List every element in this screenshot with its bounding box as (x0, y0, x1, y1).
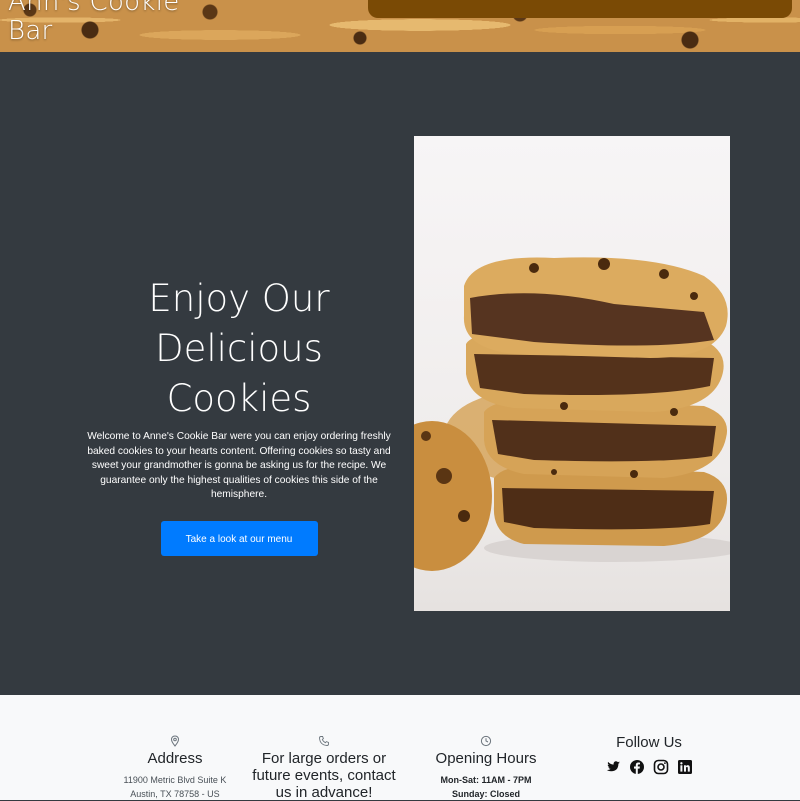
address-line-1: 11900 Metric Blvd Suite K (123, 775, 227, 785)
footer: Address 11900 Metric Blvd Suite K Austin… (0, 695, 800, 801)
footer-social: Follow Us (574, 695, 724, 775)
follow-us-heading: Follow Us (616, 734, 682, 751)
hours-heading: Opening Hours (435, 750, 537, 767)
twitter-icon[interactable] (605, 759, 621, 775)
footer-contact: For large orders or future events, conta… (249, 695, 399, 801)
address-line-2: Austin, TX 78758 - US (130, 789, 220, 799)
view-menu-button[interactable]: Take a look at our menu (160, 520, 318, 556)
map-pin-icon (170, 735, 180, 747)
hero-section: Enjoy Our Delicious Cookies Welcome to A… (0, 52, 800, 695)
hero-description: Welcome to Anne's Cookie Bar were you ca… (87, 431, 391, 500)
hours-weekdays: Mon-Sat: 11AM - 7PM (440, 775, 532, 785)
brand-name[interactable]: Ann's Cookie Bar (8, 0, 188, 46)
cookie-stack-illustration (414, 136, 730, 611)
cookie-stack-photo (414, 136, 730, 611)
clock-icon (480, 735, 492, 747)
hours-sunday: Sunday: Closed (451, 789, 520, 799)
phone-icon (319, 736, 329, 746)
hero-text-block: Enjoy Our Delicious Cookies Welcome to A… (80, 274, 398, 556)
footer-hours: Opening Hours Mon-Sat: 11AM - 7PM Sunday… (411, 695, 561, 801)
top-navigation-bar[interactable] (368, 0, 792, 18)
header-banner: Ann's Cookie Bar (0, 0, 800, 52)
hero-title: Enjoy Our Delicious Cookies (148, 277, 330, 420)
address-heading: Address (147, 750, 203, 767)
facebook-icon[interactable] (629, 759, 645, 775)
linkedin-icon[interactable] (677, 759, 693, 775)
contact-heading: For large orders or future events, conta… (252, 750, 396, 801)
footer-address: Address 11900 Metric Blvd Suite K Austin… (100, 695, 250, 801)
instagram-icon[interactable] (653, 759, 669, 775)
social-links (574, 759, 724, 775)
